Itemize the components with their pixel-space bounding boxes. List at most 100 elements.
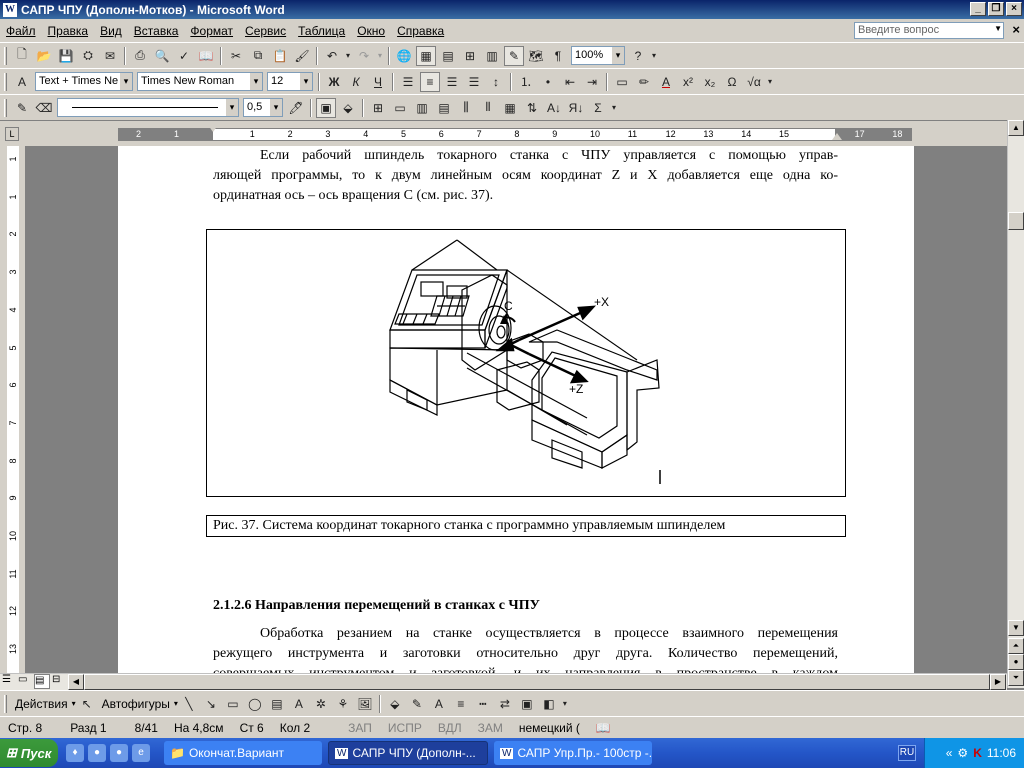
align-center-icon[interactable]: ≡: [420, 71, 440, 92]
decrease-indent-icon[interactable]: ⇤: [560, 72, 580, 92]
toolbar-options-icon[interactable]: ▾: [610, 98, 618, 118]
format-painter-icon[interactable]: 🖌: [292, 46, 312, 66]
status-trk[interactable]: ИСПР: [380, 721, 430, 735]
scroll-down-icon[interactable]: ▼: [1008, 620, 1024, 636]
redo-dropdown-icon[interactable]: ▾: [376, 46, 384, 66]
font-color-icon[interactable]: A: [429, 694, 449, 714]
border-color-icon[interactable]: 🖊: [286, 98, 306, 118]
undo-icon[interactable]: ↶: [322, 46, 342, 66]
scroll-left-icon[interactable]: ◀: [68, 674, 84, 690]
toolbar-options-icon[interactable]: ▾: [561, 694, 569, 714]
quicklaunch-app-icon[interactable]: ♦: [66, 744, 84, 762]
textbox-tool-icon[interactable]: ▤: [267, 694, 287, 714]
autoshapes-menu[interactable]: Автофигуры: [98, 697, 174, 711]
spelling-status-icon[interactable]: 📖: [588, 721, 619, 735]
task-folder-button[interactable]: 📁 Окончат.Вариант: [164, 741, 322, 765]
toolbar-grip[interactable]: [4, 72, 7, 91]
horizontal-scrollbar[interactable]: ☰ ▭ ▤ ⊟ ◀ ▶: [0, 673, 1007, 690]
left-indent-marker[interactable]: [208, 125, 218, 132]
toolbar-grip[interactable]: [4, 98, 7, 117]
task-word-active-button[interactable]: W САПР ЧПУ (Дополн-...: [328, 741, 488, 765]
minimize-button[interactable]: _: [970, 2, 986, 16]
subscript-icon[interactable]: x₂: [700, 72, 720, 92]
scroll-up-icon[interactable]: ▲: [1008, 120, 1024, 136]
close-button[interactable]: ×: [1006, 2, 1022, 16]
browse-object-icon[interactable]: ●: [1008, 654, 1024, 670]
status-rec[interactable]: ЗАП: [340, 721, 380, 735]
columns-icon[interactable]: ▥: [482, 46, 502, 66]
justify-icon[interactable]: ☰: [464, 72, 484, 92]
tray-app-icon[interactable]: ⚙: [957, 746, 968, 760]
draw-table-pencil-icon[interactable]: ✎: [12, 98, 32, 118]
scroll-thumb[interactable]: [1008, 212, 1024, 230]
align-cell-icon[interactable]: ▤: [434, 98, 454, 118]
wordart-icon[interactable]: A: [289, 694, 309, 714]
italic-button[interactable]: К: [346, 72, 366, 92]
align-left-icon[interactable]: ☰: [398, 72, 418, 92]
select-objects-icon[interactable]: ↖: [77, 694, 97, 714]
title-bar[interactable]: W САПР ЧПУ (Дополн-Мотков) - Microsoft W…: [0, 0, 1024, 19]
print-icon[interactable]: ⎙: [130, 46, 150, 66]
tables-borders-icon[interactable]: ▦: [416, 45, 436, 66]
3d-style-icon[interactable]: ◧: [539, 694, 559, 714]
draw-actions-dropdown-icon[interactable]: ▾: [72, 699, 76, 708]
line-spacing-icon[interactable]: ↕: [486, 72, 506, 92]
previous-page-icon[interactable]: ⏶: [1008, 638, 1024, 654]
distribute-rows-icon[interactable]: ⫼: [456, 98, 476, 118]
shading-color-icon[interactable]: ⬙: [338, 98, 358, 118]
save-icon[interactable]: 💾: [56, 46, 76, 66]
close-document-icon[interactable]: ×: [1012, 22, 1020, 37]
underline-button[interactable]: Ч: [368, 72, 388, 92]
text-direction-icon[interactable]: ⇅: [522, 98, 542, 118]
language-indicator[interactable]: RU: [898, 745, 916, 761]
restore-button[interactable]: ❐: [988, 2, 1004, 16]
print-preview-icon[interactable]: 🔍: [152, 46, 172, 66]
copy-icon[interactable]: ⧉: [248, 46, 268, 66]
font-size-select[interactable]: 12: [267, 72, 313, 91]
split-cells-icon[interactable]: ▥: [412, 98, 432, 118]
font-color-icon[interactable]: A: [656, 72, 676, 92]
normal-view-icon[interactable]: ☰: [2, 674, 16, 689]
diagram-icon[interactable]: ✲: [311, 694, 331, 714]
highlight-icon[interactable]: ✏: [634, 72, 654, 92]
menu-window[interactable]: Окно: [351, 24, 391, 38]
tab-selector[interactable]: L: [5, 127, 19, 141]
sort-descending-icon[interactable]: Я↓: [566, 98, 586, 118]
undo-dropdown-icon[interactable]: ▾: [344, 46, 352, 66]
research-icon[interactable]: 📖: [196, 46, 216, 66]
menu-view[interactable]: Вид: [94, 24, 128, 38]
arrow-style-icon[interactable]: ⇄: [495, 694, 515, 714]
quicklaunch-app-icon[interactable]: ●: [110, 744, 128, 762]
web-layout-icon[interactable]: ▭: [18, 674, 32, 689]
sort-ascending-icon[interactable]: A↓: [544, 98, 564, 118]
right-indent-marker[interactable]: [832, 133, 842, 140]
bold-button[interactable]: Ж: [324, 72, 344, 92]
reading-layout-icon[interactable]: ⊟: [52, 674, 66, 689]
merge-cells-icon[interactable]: ▭: [390, 98, 410, 118]
autoshapes-dropdown-icon[interactable]: ▾: [174, 699, 178, 708]
line-tool-icon[interactable]: ╲: [179, 694, 199, 714]
toolbar-options-icon[interactable]: ▾: [650, 46, 658, 66]
draw-actions-menu[interactable]: Действия: [11, 697, 72, 711]
word-app-icon[interactable]: W: [3, 2, 17, 17]
status-language[interactable]: немецкий (: [511, 721, 588, 735]
toolbar-options-icon[interactable]: ▾: [766, 72, 774, 92]
next-page-icon[interactable]: ⏷: [1008, 670, 1024, 686]
line-style-icon[interactable]: ≡: [451, 694, 471, 714]
horizontal-ruler[interactable]: L 2 1 1 2 3 4 5 6 7 8 9 10 11 12 13 14 15 16 17 18: [0, 120, 1024, 146]
oval-tool-icon[interactable]: ◯: [245, 694, 265, 714]
document-area[interactable]: Если рабочий шпиндель токарного станка с…: [26, 146, 1007, 673]
quicklaunch-ie-icon[interactable]: e: [132, 744, 150, 762]
autosum-icon[interactable]: Σ: [588, 98, 608, 118]
increase-indent-icon[interactable]: ⇥: [582, 72, 602, 92]
print-layout-icon[interactable]: ▤: [34, 674, 50, 689]
superscript-icon[interactable]: x²: [678, 72, 698, 92]
menu-help[interactable]: Справка: [391, 24, 450, 38]
hscroll-thumb[interactable]: [84, 674, 990, 690]
insert-symbol-button[interactable]: Ω: [722, 72, 742, 92]
ask-question-input[interactable]: Введите вопрос: [854, 22, 1004, 39]
quicklaunch-app-icon[interactable]: ●: [88, 744, 106, 762]
styles-formatting-icon[interactable]: A: [12, 72, 32, 92]
border-select-icon[interactable]: ▣: [316, 97, 336, 118]
menu-tools[interactable]: Сервис: [239, 24, 292, 38]
